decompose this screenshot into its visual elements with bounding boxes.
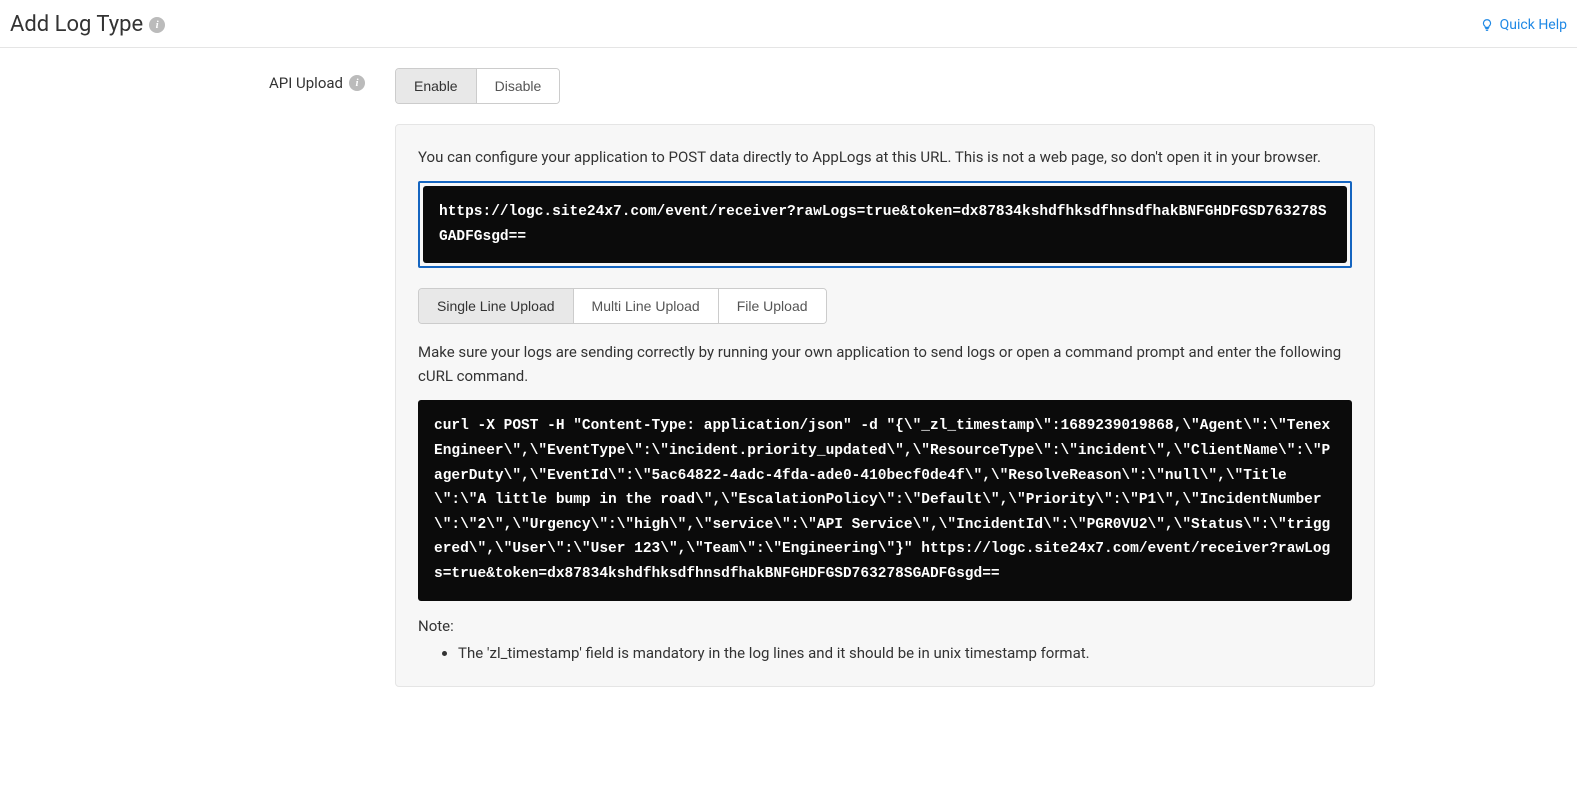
page-title-text: Add Log Type [10, 12, 143, 37]
disable-button[interactable]: Disable [477, 69, 560, 103]
note-item: The 'zl_timestamp' field is mandatory in… [458, 641, 1352, 667]
tab-multi-line[interactable]: Multi Line Upload [574, 289, 719, 323]
api-upload-row: API Upload i Enable Disable You can conf… [0, 48, 1577, 687]
label-column: API Upload i [10, 68, 395, 687]
tab-single-line[interactable]: Single Line Upload [419, 289, 574, 323]
info-icon[interactable]: i [149, 17, 165, 33]
api-upload-panel: You can configure your application to PO… [395, 124, 1375, 687]
bulb-icon [1480, 18, 1494, 32]
page-header: Add Log Type i Quick Help [0, 0, 1577, 48]
api-upload-label: API Upload i [269, 74, 365, 92]
endpoint-url[interactable]: https://logc.site24x7.com/event/receiver… [423, 186, 1347, 263]
enable-disable-toggle: Enable Disable [395, 68, 560, 104]
api-upload-label-text: API Upload [269, 74, 343, 92]
endpoint-description: You can configure your application to PO… [418, 145, 1352, 169]
quick-help-link[interactable]: Quick Help [1480, 17, 1567, 33]
control-column: Enable Disable You can configure your ap… [395, 68, 1375, 687]
endpoint-url-highlight: https://logc.site24x7.com/event/receiver… [418, 181, 1352, 268]
upload-mode-tabs: Single Line Upload Multi Line Upload Fil… [418, 288, 827, 324]
note-list: The 'zl_timestamp' field is mandatory in… [418, 641, 1352, 667]
info-icon[interactable]: i [349, 75, 365, 91]
curl-command-block[interactable]: curl -X POST -H "Content-Type: applicati… [418, 400, 1352, 600]
note-label: Note: [418, 617, 1352, 635]
tab-file-upload[interactable]: File Upload [719, 289, 826, 323]
note-section: Note: The 'zl_timestamp' field is mandat… [418, 617, 1352, 667]
curl-intro-text: Make sure your logs are sending correctl… [418, 340, 1352, 388]
page-title: Add Log Type i [10, 12, 165, 37]
enable-button[interactable]: Enable [396, 69, 477, 103]
quick-help-label: Quick Help [1500, 17, 1567, 33]
